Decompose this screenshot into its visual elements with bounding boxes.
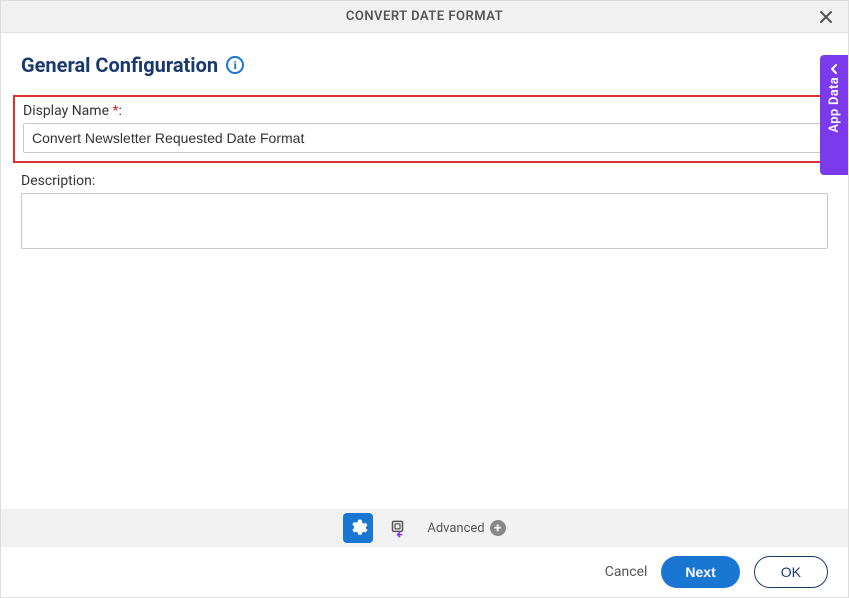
display-name-highlight: Display Name *: <box>13 95 836 163</box>
close-button[interactable] <box>818 9 834 25</box>
next-button[interactable]: Next <box>661 556 739 588</box>
advanced-button[interactable]: Advanced + <box>427 520 505 536</box>
section-heading-row: General Configuration i <box>21 53 828 77</box>
plus-icon: + <box>490 520 506 536</box>
description-input[interactable] <box>21 193 828 249</box>
mapping-button[interactable] <box>385 513 415 543</box>
bottom-toolbar: Advanced + <box>1 509 848 547</box>
info-icon[interactable]: i <box>226 56 244 74</box>
display-name-input[interactable] <box>23 123 826 153</box>
advanced-label: Advanced <box>427 521 484 536</box>
display-name-field-group: Display Name *: <box>23 103 826 153</box>
mapping-icon <box>390 518 410 538</box>
display-name-label-text: Display Name <box>23 103 109 119</box>
display-name-colon: : <box>119 103 122 119</box>
app-data-label: App Data <box>827 77 842 133</box>
cancel-button[interactable]: Cancel <box>605 564 648 580</box>
description-field-group: Description: <box>21 173 828 253</box>
general-settings-button[interactable] <box>343 513 373 543</box>
gear-icon <box>348 518 368 538</box>
content-area: General Configuration i Display Name *: … <box>1 33 848 253</box>
section-heading: General Configuration <box>21 53 218 77</box>
ok-button[interactable]: OK <box>754 556 828 588</box>
chevron-left-icon <box>828 63 840 75</box>
close-icon <box>818 9 834 25</box>
dialog-header: CONVERT DATE FORMAT <box>1 1 848 33</box>
description-label: Description: <box>21 173 828 189</box>
dialog-title: CONVERT DATE FORMAT <box>346 9 503 24</box>
app-data-tab[interactable]: App Data <box>820 55 848 175</box>
display-name-label: Display Name *: <box>23 103 826 119</box>
dialog-footer: Cancel Next OK <box>1 547 848 597</box>
